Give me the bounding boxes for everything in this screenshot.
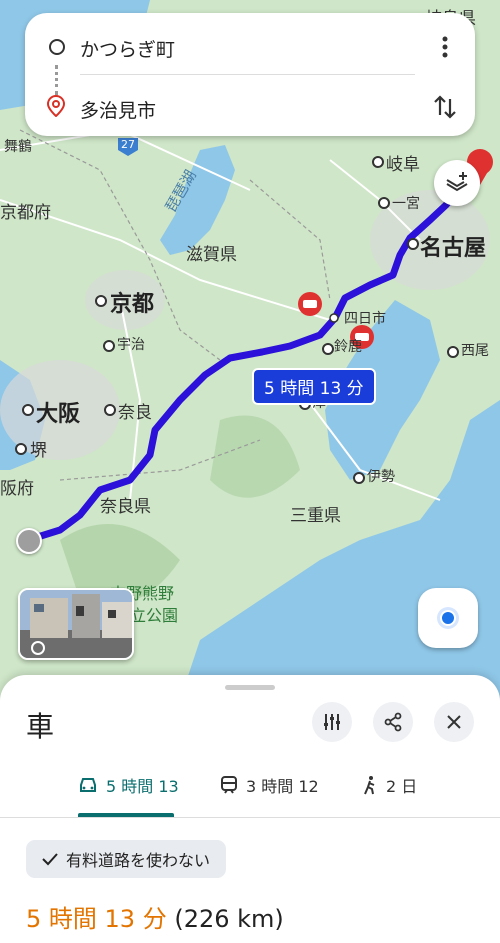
- origin-circle-icon: [49, 39, 65, 55]
- avoid-tolls-chip[interactable]: 有料道路を使わない: [26, 840, 227, 878]
- origin-marker: [16, 528, 42, 554]
- city-label-nagoya: 名古屋: [420, 236, 487, 261]
- close-icon: [447, 715, 461, 729]
- traffic-incident-icon: [298, 292, 322, 316]
- tab-driving[interactable]: 5 時間 13: [78, 773, 179, 797]
- divider: [0, 817, 500, 818]
- my-location-button[interactable]: [418, 588, 478, 648]
- layers-icon: [446, 172, 468, 192]
- car-icon: [80, 778, 96, 792]
- place-label: 一宮: [392, 196, 420, 212]
- my-location-icon: [437, 607, 459, 629]
- route-summary[interactable]: 5 時間 13 分 (226 km): [26, 899, 284, 934]
- tune-icon: [324, 714, 340, 730]
- place-label: 三重県: [290, 506, 341, 526]
- city-label-kyoto: 京都: [110, 292, 155, 317]
- sheet-title: 車: [26, 710, 55, 743]
- place-label: 舞鶴: [4, 139, 32, 155]
- route-shield-label: 27: [121, 138, 135, 151]
- destination-pin-icon: [47, 95, 65, 117]
- place-label: 滋賀県: [186, 245, 237, 265]
- place-label: 伊勢: [367, 469, 395, 485]
- street-view-thumbnail[interactable]: [18, 588, 134, 660]
- tab-transit-label: 3 時間 12: [246, 777, 319, 796]
- route-duration-badge[interactable]: 5 時間 13 分: [252, 368, 376, 405]
- route-duration: 5 時間 13 分: [26, 905, 167, 933]
- drag-handle[interactable]: [225, 685, 275, 690]
- street-view-image: [20, 590, 132, 658]
- place-label: 奈良: [118, 403, 152, 423]
- tab-walking-label: 2 日: [386, 777, 418, 796]
- more-options-icon[interactable]: [433, 33, 457, 61]
- train-icon: [221, 776, 237, 794]
- tab-driving-label: 5 時間 13: [106, 777, 179, 796]
- place-label: 奈良県: [100, 497, 151, 517]
- tab-walking[interactable]: 2 日: [362, 773, 417, 797]
- park-label: 立公園: [130, 606, 179, 625]
- destination-input[interactable]: 多治見市: [80, 96, 156, 123]
- place-label: 阪府: [0, 479, 34, 499]
- place-label: 堺: [30, 441, 47, 461]
- close-button[interactable]: [434, 702, 474, 742]
- tab-transit[interactable]: 3 時間 12: [220, 773, 319, 797]
- place-label: 宇治: [117, 337, 145, 353]
- layers-button[interactable]: [434, 160, 480, 206]
- place-label: 京都府: [0, 203, 51, 223]
- place-label: 四日市: [344, 311, 386, 327]
- route-options-button[interactable]: [312, 702, 352, 742]
- share-icon: [384, 712, 402, 732]
- checkmark-icon: [42, 853, 58, 866]
- divider: [80, 74, 415, 75]
- avoid-tolls-label: 有料道路を使わない: [66, 851, 211, 870]
- origin-input[interactable]: かつらぎ町: [80, 35, 175, 62]
- swap-icon[interactable]: [431, 93, 459, 121]
- place-label: 西尾: [461, 343, 489, 359]
- route-connector-icon: [55, 65, 60, 95]
- directions-bottom-sheet: 車 5 時間 13 3 時間 12 2 日 有料道路を使わない 5 時間 13 …: [0, 675, 500, 943]
- directions-search-card: かつらぎ町 多治見市: [25, 13, 475, 136]
- share-button[interactable]: [373, 702, 413, 742]
- place-label: 岐阜: [386, 155, 420, 175]
- walk-icon: [364, 776, 375, 795]
- city-label-osaka: 大阪: [36, 402, 81, 427]
- place-label: 鈴鹿: [334, 339, 362, 355]
- route-distance: (226 km): [174, 905, 284, 933]
